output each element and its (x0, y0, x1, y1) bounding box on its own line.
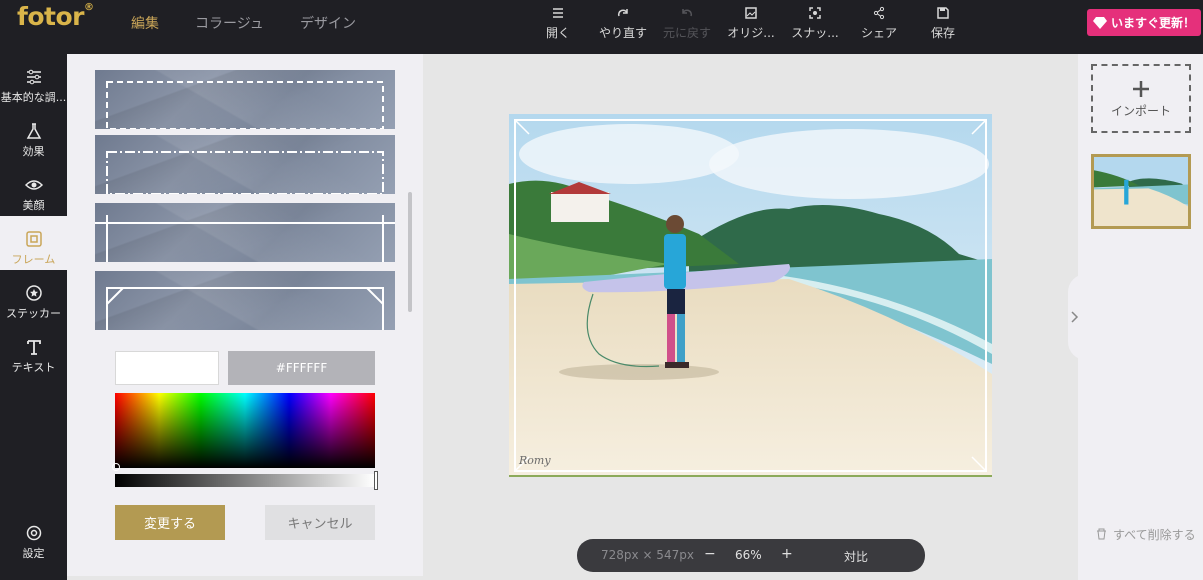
sidebar-item-label: ステッカー (6, 307, 61, 320)
left-sidebar: 基本的な調... 効果 美顔 フレーム ステッカー テキスト 設定 (0, 54, 67, 580)
image-icon (745, 7, 757, 19)
undo-icon (682, 9, 693, 17)
sidebar-item-label: 美顔 (22, 199, 45, 212)
upgrade-label: いますぐ更新！ (1110, 16, 1195, 30)
color-picker-cursor[interactable] (112, 463, 120, 471)
redo-button[interactable]: やり直す (592, 6, 654, 41)
sidebar-item-basic-adjust[interactable]: 基本的な調... (0, 54, 67, 108)
undo-label: 元に戻す (662, 26, 711, 40)
delete-all-button[interactable]: すべて削除する (1096, 524, 1196, 546)
share-label: シェア (860, 26, 897, 40)
delete-all-label: すべて削除する (1113, 528, 1196, 542)
zoom-bar: 728px × 547px − 66% + 対比 (577, 539, 925, 572)
frame-preview (106, 151, 384, 194)
upgrade-button[interactable]: いますぐ更新！ (1087, 9, 1201, 36)
color-spectrum-picker[interactable] (115, 393, 375, 468)
frame-panel: #FFFFFF 変更する キャンセル (67, 54, 423, 576)
sidebar-item-effects[interactable]: 効果 (0, 108, 67, 162)
apply-button[interactable]: 変更する (115, 505, 225, 540)
frame-preview (106, 81, 384, 129)
frame-option-corner-lines[interactable] (95, 203, 395, 262)
frame-preview (95, 215, 395, 262)
tab-collage[interactable]: コラージュ (195, 13, 264, 33)
original-button[interactable]: オリジ... (720, 6, 782, 41)
compare-button[interactable]: 対比 (844, 548, 868, 565)
canvas-area: Romy 728px × 547px − 66% + 対比 (423, 54, 1078, 580)
plus-icon (1133, 81, 1149, 97)
undo-button[interactable]: 元に戻す (656, 6, 718, 41)
sidebar-item-text[interactable]: テキスト (0, 324, 67, 378)
save-button[interactable]: 保存 (912, 6, 974, 41)
beach-photo: Romy (509, 114, 992, 475)
snapshot-icon (809, 7, 821, 19)
settings-button[interactable]: 設定 (0, 510, 67, 564)
lightness-slider-handle[interactable] (374, 471, 378, 490)
hex-color-input[interactable]: #FFFFFF (228, 351, 375, 385)
sidebar-item-beauty[interactable]: 美顔 (0, 162, 67, 216)
snapshot-label: スナッ... (791, 26, 839, 40)
settings-label: 設定 (22, 547, 45, 560)
photo-thumbnail[interactable] (1091, 154, 1191, 229)
eye-icon (24, 180, 43, 190)
tab-design[interactable]: デザイン (300, 13, 356, 33)
watermark-text: Romy (518, 454, 551, 467)
frame-option-bevel[interactable] (95, 271, 395, 330)
save-label: 保存 (930, 26, 955, 40)
gear-icon (26, 525, 41, 541)
image-dimensions: 728px × 547px (601, 548, 694, 562)
frame-preview (106, 287, 384, 330)
frame-option-dashed[interactable] (95, 70, 395, 129)
frame-list-scrollbar[interactable] (408, 192, 412, 312)
star-icon (25, 285, 42, 301)
zoom-level: 66% (735, 548, 762, 562)
sidebar-item-label: 基本的な調... (0, 91, 67, 104)
share-button[interactable]: シェア (848, 6, 910, 41)
thumbnail-image (1094, 157, 1188, 226)
frame-icon (25, 231, 42, 247)
redo-label: やり直す (598, 26, 647, 40)
top-bar: fotor® 編集 コラージュ デザイン 開く やり直す 元に戻す オリジ...… (0, 0, 1203, 54)
redo-icon (617, 9, 628, 17)
sidebar-item-label: 効果 (22, 145, 45, 158)
zoom-in-button[interactable]: + (781, 546, 793, 562)
cancel-button[interactable]: キャンセル (265, 505, 375, 540)
save-icon (937, 7, 949, 19)
menu-icon (553, 8, 563, 18)
color-preview-swatch (115, 351, 219, 385)
frame-option-dashdot[interactable] (95, 135, 395, 194)
diamond-icon (1092, 16, 1107, 29)
sidebar-item-label: テキスト (11, 361, 56, 374)
edited-photo[interactable]: Romy (509, 114, 992, 477)
share-icon (873, 6, 885, 20)
snapshot-button[interactable]: スナッ... (784, 6, 846, 41)
lightness-slider[interactable] (115, 474, 375, 487)
open-button[interactable]: 開く (527, 6, 589, 41)
sidebar-item-sticker[interactable]: ステッカー (0, 270, 67, 324)
sidebar-item-frame[interactable]: フレーム (0, 216, 67, 270)
import-label: インポート (1110, 104, 1171, 118)
fotor-logo[interactable]: fotor® (17, 2, 94, 31)
tab-edit[interactable]: 編集 (131, 13, 159, 33)
open-label: 開く (545, 26, 570, 40)
flask-icon (26, 123, 41, 139)
zoom-out-button[interactable]: − (704, 546, 716, 562)
trash-icon (1097, 528, 1106, 540)
original-label: オリジ... (727, 26, 775, 40)
import-button[interactable]: インポート (1091, 64, 1191, 133)
text-icon (26, 340, 41, 355)
sidebar-item-label: フレーム (11, 253, 56, 266)
right-panel: インポート すべて削除する (1078, 54, 1203, 580)
sliders-icon (26, 69, 41, 85)
